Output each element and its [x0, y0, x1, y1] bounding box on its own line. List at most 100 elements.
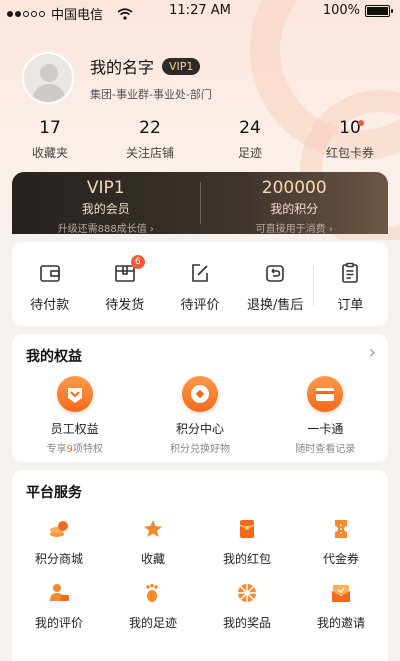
services-title: 平台服务	[26, 485, 82, 501]
vip-card: VIP1 我的会员 升级还需888成长值 › 200000 我的积分 可直接用于…	[12, 172, 389, 235]
service-label: 我的足迹	[128, 616, 177, 630]
prize-icon	[238, 584, 256, 602]
rights-points-center[interactable]: 积分中心 积分兑换好物	[137, 376, 262, 455]
right-sub: 积分兑换好物	[169, 444, 230, 455]
service-my-footprints[interactable]: 我的足迹	[106, 582, 200, 631]
stat-followed-shops[interactable]: 22 关注店铺	[100, 118, 200, 161]
service-points-mall[interactable]: 积分商城	[12, 518, 106, 567]
stat-value: 10	[339, 118, 361, 138]
crown-badge-glyph	[67, 388, 82, 403]
coin-icon	[181, 376, 218, 412]
org-path: 集团-事业群-事业处-部门	[90, 88, 212, 101]
name-row: 我的名字 VIP1	[90, 54, 212, 78]
service-my-prizes[interactable]: 我的奖品	[200, 582, 294, 631]
service-my-reviews[interactable]: 我的评价	[12, 582, 106, 631]
invite-mail-icon	[332, 585, 350, 602]
avatar-body	[32, 84, 66, 102]
service-label: 我的奖品	[222, 616, 271, 630]
notification-dot	[358, 120, 364, 126]
order-label: 待发货	[105, 298, 145, 313]
profile-header[interactable]: 我的名字 VIP1 集团-事业群-事业处-部门	[22, 52, 212, 104]
user-review-icon	[50, 584, 69, 601]
coin-glyph	[190, 385, 209, 403]
right-sub: 专享9项特权	[12, 440, 137, 455]
stats-row: 17 收藏夹 22 关注店铺 24 足迹 10 红包卡券	[0, 118, 400, 161]
services-row: 积分商城 收藏 我的红包 代金券	[12, 518, 388, 567]
rights-title: 我的权益	[26, 349, 82, 365]
order-label: 待付款	[30, 298, 70, 313]
service-label: 我的红包	[222, 552, 271, 566]
orders-card: 待付款 6 待发货 待评价 退换/售后 订单	[12, 242, 388, 326]
order-pending-review[interactable]: 待评价	[162, 242, 237, 326]
member-label: 我的会员	[81, 202, 130, 216]
service-my-invites[interactable]: 我的邀请	[294, 582, 388, 631]
coin-stack-icon	[50, 521, 68, 537]
voucher-icon	[335, 520, 347, 538]
stat-footprints[interactable]: 24 足迹	[200, 118, 300, 161]
card-icon	[307, 376, 344, 412]
right-sub-suffix: 项特权	[72, 444, 103, 455]
card-glyph	[316, 388, 335, 401]
star-icon	[144, 520, 162, 537]
order-label: 待评价	[180, 298, 220, 313]
red-packet-icon	[239, 520, 255, 538]
clipboard-icon	[342, 262, 359, 283]
avatar[interactable]	[22, 52, 74, 104]
chevron-right-icon[interactable]: ›	[369, 342, 376, 363]
service-label: 我的评价	[34, 616, 83, 630]
rights-card: 我的权益 › 员工权益 专享9项特权 积分中心 积分兑换好物 一卡通 随时查看记…	[12, 334, 388, 462]
service-favorites[interactable]: 收藏	[106, 518, 200, 567]
order-all[interactable]: 订单	[312, 242, 388, 326]
stat-value: 17	[39, 118, 61, 138]
right-sub-prefix: 专享	[46, 444, 67, 455]
service-red-packets[interactable]: 我的红包	[200, 518, 294, 567]
order-returns[interactable]: 退换/售后	[238, 242, 313, 326]
order-pending-payment[interactable]: 待付款	[12, 242, 87, 326]
order-separator	[312, 266, 314, 306]
points-label: 我的积分	[270, 202, 319, 216]
right-label: 员工权益	[50, 422, 99, 436]
footprint-icon	[146, 583, 158, 602]
stat-label: 收藏夹	[31, 146, 68, 160]
service-label: 代金券	[322, 552, 359, 566]
stat-value: 22	[139, 118, 161, 138]
rights-employee[interactable]: 员工权益 专享9项特权	[12, 376, 137, 455]
right-label: 积分中心	[175, 422, 224, 436]
return-icon	[266, 265, 285, 282]
service-vouchers[interactable]: 代金券	[294, 518, 388, 567]
battery-icon	[365, 4, 393, 17]
rights-card-pass[interactable]: 一卡通 随时查看记录	[263, 376, 388, 455]
stat-coupons[interactable]: 10 红包卡券	[300, 118, 400, 161]
services-card: 平台服务 积分商城 收藏 我的红包 代金券 我的评价 我的足迹 我的奖品 我的邀…	[12, 470, 388, 661]
profile-text: 我的名字 VIP1 集团-事业群-事业处-部门	[90, 54, 212, 102]
edit-icon	[192, 264, 208, 282]
points-value: 200000	[261, 178, 327, 198]
service-label: 我的邀请	[316, 616, 365, 630]
stat-label: 足迹	[237, 146, 262, 160]
points-hint: 可直接用于消费 ›	[255, 224, 333, 235]
member-upgrade-hint: 升级还需888成长值 ›	[57, 224, 154, 235]
right-sub: 随时查看记录	[295, 444, 356, 455]
services-row: 我的评价 我的足迹 我的奖品 我的邀请	[12, 582, 388, 631]
status-right: 100%	[322, 3, 393, 18]
crown-badge-icon	[56, 376, 93, 412]
battery-percent: 100%	[322, 3, 360, 18]
order-label: 订单	[337, 298, 364, 313]
stat-favorites[interactable]: 17 收藏夹	[0, 118, 100, 161]
rights-row: 员工权益 专享9项特权 积分中心 积分兑换好物 一卡通 随时查看记录	[12, 376, 388, 455]
wallet-icon	[39, 265, 60, 282]
status-bar: 中国电信 11:27 AM 100%	[0, 0, 400, 24]
avatar-head	[40, 64, 58, 82]
order-label: 退换/售后	[247, 298, 304, 313]
right-label: 一卡通	[307, 422, 344, 436]
vip-badge: VIP1	[162, 57, 201, 75]
stat-label: 红包卡券	[325, 146, 374, 160]
service-label: 收藏	[140, 552, 165, 566]
stat-label: 关注店铺	[125, 146, 174, 160]
user-name: 我的名字	[90, 58, 155, 77]
member-section[interactable]: VIP1 我的会员 升级还需888成长值 ›	[12, 172, 200, 235]
points-section[interactable]: 200000 我的积分 可直接用于消费 ›	[201, 172, 389, 235]
shipment-count-badge: 6	[130, 255, 145, 269]
battery-fill	[367, 6, 388, 15]
order-pending-shipment[interactable]: 6 待发货	[87, 242, 162, 326]
